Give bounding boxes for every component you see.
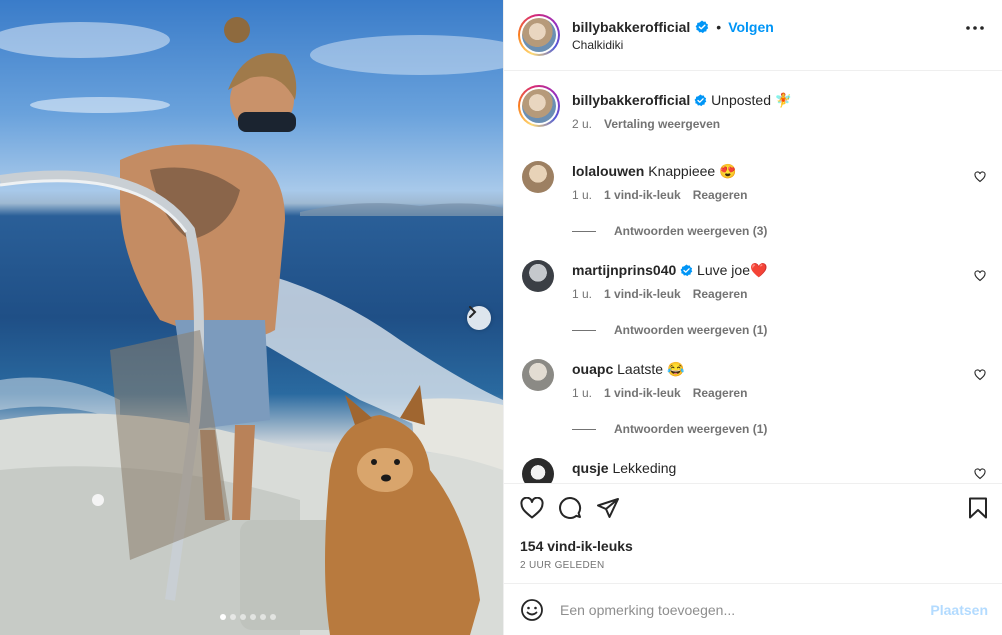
follow-button[interactable]: Volgen xyxy=(728,19,774,35)
heart-icon[interactable] xyxy=(520,497,544,519)
carousel-dot xyxy=(250,614,256,620)
chevron-right-icon xyxy=(469,306,477,318)
comment-avatar[interactable] xyxy=(522,260,554,292)
view-replies-button[interactable]: Antwoorden weergeven (3) xyxy=(572,224,986,238)
view-replies-button[interactable]: Antwoorden weergeven (1) xyxy=(572,323,986,337)
emoji-icon[interactable] xyxy=(520,598,544,622)
post-dialog: billybakkerofficial • Volgen Chalkidiki xyxy=(0,0,1002,635)
comment-like-icon[interactable] xyxy=(974,369,986,381)
separator-dot: • xyxy=(716,18,722,35)
comment-avatar[interactable] xyxy=(522,161,554,193)
comment-username[interactable]: lolalouwen xyxy=(572,163,644,179)
post-photo[interactable] xyxy=(0,0,503,635)
comment-likes[interactable]: 1 vind-ik-leuk xyxy=(604,386,681,400)
caption-text: Unposted 🧚 xyxy=(711,92,793,108)
comment-like-icon[interactable] xyxy=(974,270,986,282)
verified-badge-icon xyxy=(695,20,709,33)
comment: martijnprins040 Luve joe❤️ 1 u. 1 vind-i… xyxy=(520,260,986,337)
comment-text: Knappieee 😍 xyxy=(648,163,737,179)
replies-line xyxy=(572,428,596,430)
comment: ouapc Laatste 😂 1 u. 1 vind-ik-leuk Reag… xyxy=(520,359,986,436)
more-horizontal-icon[interactable] xyxy=(966,26,984,30)
caption: billybakkerofficial Unposted 🧚 2 u. Vert… xyxy=(518,85,986,131)
reply-button[interactable]: Reageren xyxy=(693,188,748,202)
comment-input[interactable] xyxy=(560,601,931,618)
post-comment-button[interactable]: Plaatsen xyxy=(930,602,988,618)
photo-illustration xyxy=(0,17,503,635)
comment: lolalouwen Knappieee 😍 1 u. 1 vind-ik-le… xyxy=(520,161,986,238)
comments-list[interactable]: billybakkerofficial Unposted 🧚 2 u. Vert… xyxy=(504,71,1002,483)
comment-username[interactable]: qusje xyxy=(572,460,609,476)
replies-line xyxy=(572,329,596,331)
story-ring[interactable] xyxy=(518,14,560,56)
carousel-dot xyxy=(260,614,266,620)
comment: qusje Lekkeding xyxy=(520,458,986,483)
translate-link[interactable]: Vertaling weergeven xyxy=(604,117,720,131)
carousel-dot xyxy=(240,614,246,620)
comment-username[interactable]: ouapc xyxy=(572,361,613,377)
add-comment-bar: Plaatsen xyxy=(504,583,1002,635)
comment-likes[interactable]: 1 vind-ik-leuk xyxy=(604,188,681,202)
caption-time[interactable]: 2 u. xyxy=(572,117,592,131)
bookmark-icon[interactable] xyxy=(968,497,988,519)
avatar[interactable] xyxy=(522,18,556,52)
carousel-indicator xyxy=(220,614,276,620)
view-replies-button[interactable]: Antwoorden weergeven (1) xyxy=(572,422,986,436)
view-replies-label: Antwoorden weergeven (1) xyxy=(614,422,768,436)
comment-text: Luve joe❤️ xyxy=(697,262,768,278)
comment-time[interactable]: 1 u. xyxy=(572,386,592,400)
replies-line xyxy=(572,230,596,232)
send-icon[interactable] xyxy=(596,497,620,519)
view-replies-label: Antwoorden weergeven (1) xyxy=(614,323,768,337)
verified-badge-icon xyxy=(680,264,693,277)
carousel-dot xyxy=(230,614,236,620)
next-photo-button[interactable] xyxy=(467,306,491,330)
comment-avatar[interactable] xyxy=(522,359,554,391)
comment-text: Lekkeding xyxy=(612,460,677,476)
reply-button[interactable]: Reageren xyxy=(693,386,748,400)
comment-like-icon[interactable] xyxy=(974,468,986,480)
comment-likes[interactable]: 1 vind-ik-leuk xyxy=(604,287,681,301)
posted-time[interactable]: 2 UUR GELEDEN xyxy=(520,560,988,571)
caption-username[interactable]: billybakkerofficial xyxy=(572,92,690,108)
carousel-dot xyxy=(270,614,276,620)
action-bar: 154 vind-ik-leuks 2 UUR GELEDEN xyxy=(504,483,1002,583)
comment-time[interactable]: 1 u. xyxy=(572,188,592,202)
location-link[interactable]: Chalkidiki xyxy=(572,38,774,52)
verified-badge-icon xyxy=(694,94,707,107)
comment-avatar[interactable] xyxy=(522,458,554,483)
post-header: billybakkerofficial • Volgen Chalkidiki xyxy=(504,0,1002,71)
post-side-panel: billybakkerofficial • Volgen Chalkidiki xyxy=(503,0,1002,635)
likes-count[interactable]: 154 vind-ik-leuks xyxy=(520,538,988,554)
comment-like-icon[interactable] xyxy=(974,171,986,183)
carousel-dot xyxy=(220,614,226,620)
comment-text: Laatste 😂 xyxy=(617,361,685,377)
caption-avatar[interactable] xyxy=(522,89,556,123)
comment-time[interactable]: 1 u. xyxy=(572,287,592,301)
comment-icon[interactable] xyxy=(558,496,582,520)
caption-story-ring[interactable] xyxy=(518,85,560,127)
author-username[interactable]: billybakkerofficial xyxy=(572,19,690,35)
view-replies-label: Antwoorden weergeven (3) xyxy=(614,224,768,238)
reply-button[interactable]: Reageren xyxy=(693,287,748,301)
comment-username[interactable]: martijnprins040 xyxy=(572,262,676,278)
